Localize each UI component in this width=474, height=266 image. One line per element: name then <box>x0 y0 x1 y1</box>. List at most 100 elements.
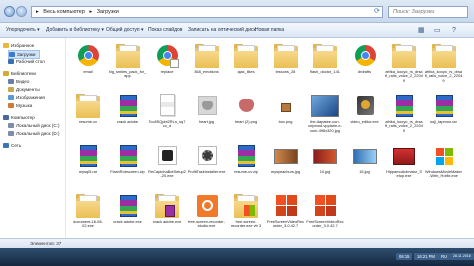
file-item[interactable]: HippamoAnimator_Setup.exe <box>385 143 423 179</box>
file-item[interactable]: 15.jpg <box>346 143 384 174</box>
file-item[interactable]: the-dapatee-con-odpmod-vpplane-e-com-496… <box>306 93 344 133</box>
file-item[interactable]: 10.jpg <box>306 143 344 174</box>
file-item[interactable]: crack adobe.exe <box>109 193 147 224</box>
file-item[interactable]: email <box>69 43 107 74</box>
windows-tiles-icon <box>272 193 300 219</box>
breadcrumb-item[interactable]: Загрузки <box>97 9 119 15</box>
breadcrumb[interactable]: ▸ Весь компьютер ▸ Загрузки <box>31 6 383 18</box>
add-to-library-button[interactable]: Добавить в библиотеку ▾ <box>46 27 104 34</box>
file-item[interactable]: mysyeachurs.jpg <box>267 143 305 174</box>
address-bar: ‹ › ▸ Весь компьютер ▸ Загрузки ⟳ Поиск:… <box>0 0 474 23</box>
flash-icon <box>153 143 181 169</box>
clock: 28.11.2016 <box>450 253 474 260</box>
slideshow-button[interactable]: Показ слайдов <box>148 27 182 34</box>
file-item[interactable]: FreeScreenVideoRecorder_3.0.42.7 <box>267 193 305 229</box>
nav-item[interactable]: Локальный диск (C:) <box>8 122 59 129</box>
winrar-archive-icon <box>430 93 458 119</box>
chrome-icon <box>74 43 102 69</box>
folder-icon <box>114 43 142 69</box>
search-input[interactable]: Поиск: Загрузки <box>388 6 468 18</box>
nav-item-label: Компьютер <box>11 115 35 120</box>
heart-icon <box>232 93 260 119</box>
installer-icon <box>193 143 221 169</box>
file-name: drdrafts <box>357 70 372 74</box>
back-button[interactable]: ‹ <box>4 6 15 17</box>
file-item[interactable]: mysql5.rar <box>69 143 107 174</box>
forward-button[interactable]: › <box>16 6 27 17</box>
file-item[interactable]: 368_emotions <box>188 43 226 74</box>
file-name: replace <box>160 70 174 74</box>
desktop-icon <box>8 59 14 64</box>
file-name: 10.jpg <box>319 170 331 174</box>
nav-item[interactable]: Изображения <box>8 94 45 101</box>
preview-pane-icon[interactable]: ▭ <box>434 26 441 35</box>
view-options-icon[interactable]: ▦ <box>418 26 425 35</box>
file-item[interactable]: afrika_kooyo_rs_drsaft_rails_voice_2_220… <box>425 43 463 83</box>
file-item[interactable]: ProfitTaskInstaller.exe <box>188 143 226 174</box>
nav-item[interactable]: Рабочий стол <box>8 58 45 65</box>
image-icon <box>311 143 339 169</box>
tray-item[interactable]: 06:15 <box>396 253 413 260</box>
windows-tiles-icon <box>311 193 339 219</box>
computer-icon <box>3 115 9 120</box>
file-item[interactable]: afrika_kooyo_rs_drsaft_rails_voice_2_220… <box>385 93 423 133</box>
file-item[interactable]: document-16-08-02.exe <box>69 193 107 229</box>
file-item[interactable]: resume-cv <box>69 93 107 124</box>
refresh-icon[interactable]: ⟳ <box>374 7 380 16</box>
nav-item[interactable]: Видео <box>8 78 29 85</box>
nav-item[interactable]: Избранное <box>3 42 34 49</box>
file-item[interactable]: flash_doctor_141 <box>306 43 344 74</box>
nav-item[interactable]: Локальный диск (D:) <box>8 130 59 137</box>
file-name: afrika_kooyo_rs_drsaft_rails_voice_2_220… <box>385 70 423 83</box>
nav-item[interactable]: Документы <box>8 86 40 93</box>
file-item[interactable]: video_editor.exe <box>346 93 384 124</box>
winrar-archive-icon <box>114 143 142 169</box>
file-name: 368_emotions <box>194 70 219 74</box>
file-item[interactable]: FlashRubscreen.zip <box>109 143 147 174</box>
tray-item[interactable]: RU <box>438 253 451 260</box>
command-bar: Упорядочить ▾ Добавить в библиотеку ▾ Об… <box>0 23 474 38</box>
nav-item-label: Избранное <box>11 43 35 48</box>
windows-icon <box>430 143 458 169</box>
file-item[interactable]: crack adobe.exe <box>148 193 186 224</box>
nav-item-label: Музыка <box>16 103 33 108</box>
nav-item[interactable]: Музыка <box>8 102 32 109</box>
nav-item[interactable]: Компьютер <box>3 114 35 121</box>
file-name: email <box>83 70 93 74</box>
help-icon[interactable]: ? <box>452 26 456 35</box>
file-name: mysyeachurs.jpg <box>270 170 301 174</box>
file-item[interactable]: free-screen-recorder.exe vtr 3 <box>227 193 265 229</box>
nav-item[interactable]: Сеть <box>3 142 21 149</box>
nav-item[interactable]: Библиотеки <box>3 70 36 77</box>
file-name: ProfitTaskInstaller.exe <box>187 170 226 174</box>
file-item[interactable]: heart.jpg <box>188 93 226 124</box>
file-item[interactable]: resume-cv.zip <box>227 143 265 174</box>
file-name: resume-cv <box>78 120 98 124</box>
file-item[interactable]: free-screen-recorder-studio.exe <box>188 193 226 229</box>
share-button[interactable]: Общий доступ ▾ <box>106 27 144 34</box>
file-item[interactable]: ajax_likes <box>227 43 265 74</box>
new-folder-button[interactable]: Новая папка <box>255 27 284 34</box>
video-icon <box>8 79 14 84</box>
file-item[interactable]: Tcc8SQpbt2RLn_sq7cc_d <box>148 93 186 129</box>
breadcrumb-item[interactable]: Весь компьютер <box>43 9 85 15</box>
file-item[interactable]: box.png <box>267 93 305 124</box>
file-item[interactable]: FreeScreenVideoRecorder_3.0.42.7 <box>306 193 344 229</box>
file-item[interactable]: afrika_kooyo_rs_drsaft_rails_voice_2_220… <box>385 43 423 83</box>
burn-disc-button[interactable]: Записать на оптический диск <box>188 27 256 34</box>
taskbar: 06:15 16:21 PM RU 28.11.2016 <box>0 248 474 266</box>
file-item[interactable]: crack adobe <box>109 93 147 124</box>
file-item[interactable]: drdrafts <box>346 43 384 74</box>
file-item[interactable]: heart (2).png <box>227 93 265 124</box>
file-item[interactable]: replace <box>148 43 186 74</box>
heart-icon <box>193 93 221 119</box>
file-item[interactable]: big_smiles_pack_for_app <box>109 43 147 79</box>
winrar-archive-icon <box>114 193 142 219</box>
file-item[interactable]: soji_tapmoo.rar <box>425 93 463 124</box>
screen-recorder-icon <box>193 193 221 219</box>
organize-button[interactable]: Упорядочить ▾ <box>6 27 40 34</box>
file-item[interactable]: ReCaptchaBotSetup2-20.exe <box>148 143 186 179</box>
file-item[interactable]: lessons_28 <box>267 43 305 74</box>
tray-item[interactable]: 16:21 PM <box>414 253 438 260</box>
file-item[interactable]: WindowsMovieMaker-Web_Hotfix.exe <box>425 143 463 179</box>
